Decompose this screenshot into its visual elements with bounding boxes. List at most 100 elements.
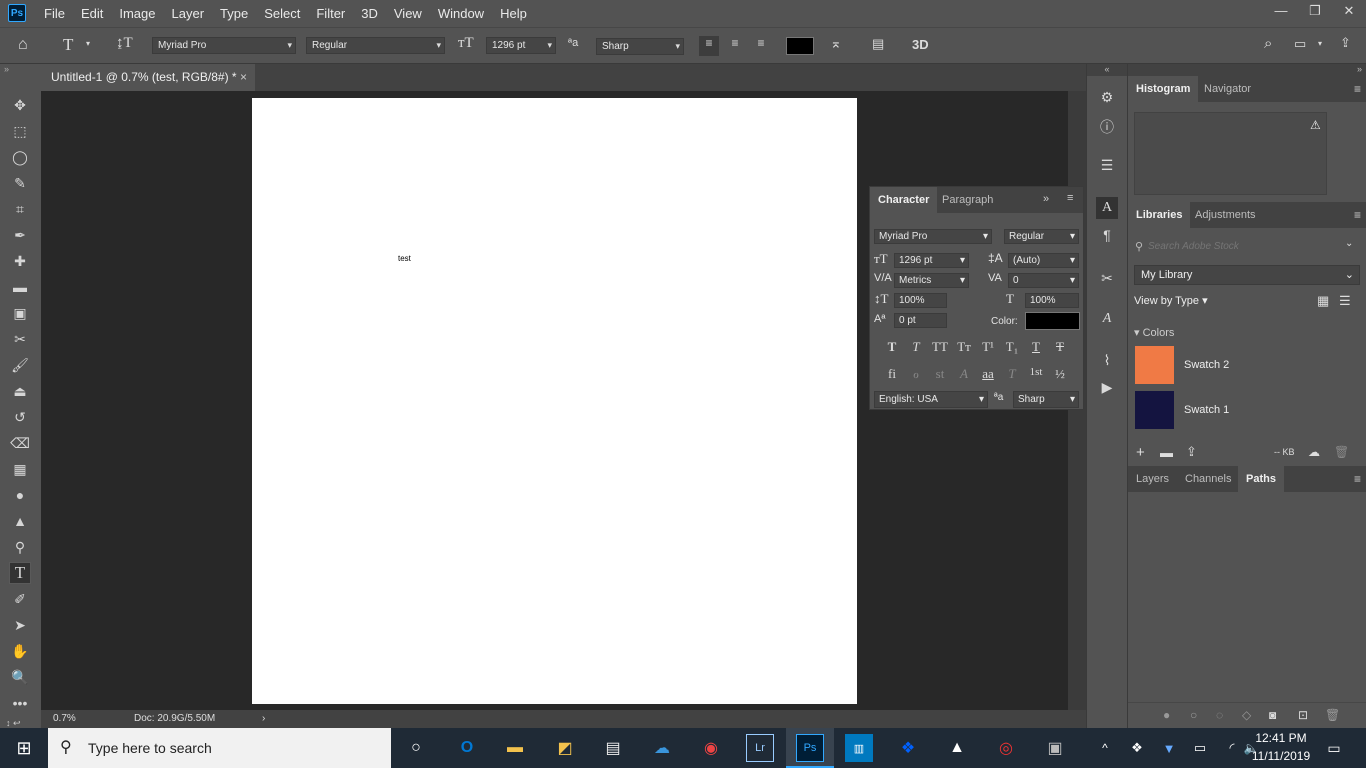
menu-image[interactable]: Image bbox=[111, 6, 163, 21]
character-panel-toggle-icon[interactable]: ▤ bbox=[872, 36, 884, 52]
char-font-style-select[interactable]: Regular ▾ bbox=[1004, 229, 1079, 244]
close-button[interactable]: ✕ bbox=[1332, 0, 1366, 22]
grid-view-icon[interactable]: ▦ bbox=[1317, 293, 1329, 309]
marquee-tool-icon[interactable]: ⬚ bbox=[9, 120, 31, 142]
lightroom-icon[interactable]: Lr bbox=[746, 734, 774, 762]
menu-view[interactable]: View bbox=[386, 6, 430, 21]
collapse-icon[interactable]: » bbox=[4, 64, 9, 74]
close-tab-icon[interactable]: × bbox=[240, 64, 247, 91]
swatch-1-chip[interactable] bbox=[1135, 391, 1174, 429]
faux-italic-button[interactable]: T bbox=[905, 339, 927, 357]
tab-character[interactable]: Character bbox=[870, 187, 938, 213]
menu-file[interactable]: File bbox=[36, 6, 73, 21]
upload-icon[interactable]: ⇪ bbox=[1186, 444, 1197, 460]
frame-tool-icon[interactable]: ▣ bbox=[9, 302, 31, 324]
tab-layers[interactable]: Layers bbox=[1128, 466, 1177, 492]
swatch-2-chip[interactable] bbox=[1135, 346, 1174, 384]
actions-play-icon[interactable]: ▶ bbox=[1096, 376, 1118, 398]
trash-icon[interactable]: 🗑 bbox=[1334, 445, 1349, 459]
warp-text-icon[interactable]: ⌅ bbox=[830, 35, 842, 52]
tracking-select[interactable]: 0 ▾ bbox=[1008, 273, 1079, 288]
stylistic-alternates-button[interactable]: aa bbox=[977, 366, 999, 384]
properties-icon[interactable]: ⚙ bbox=[1096, 86, 1118, 108]
align-center-icon[interactable]: ≡ bbox=[725, 36, 745, 50]
char-color-swatch[interactable] bbox=[1025, 312, 1080, 330]
tool-presets-icon[interactable]: ✂ bbox=[1096, 267, 1118, 289]
list-view-icon[interactable]: ☰ bbox=[1339, 293, 1351, 309]
view-by-select[interactable]: View by Type ▾ bbox=[1134, 294, 1208, 307]
tab-adjustments[interactable]: Adjustments bbox=[1187, 202, 1264, 228]
clock-time[interactable]: 12:41 PM bbox=[1252, 731, 1310, 745]
char-font-size-select[interactable]: 1296 pt ▾ bbox=[894, 253, 969, 268]
toggle-orientation-icon[interactable]: ↨T bbox=[116, 35, 133, 52]
maximize-button[interactable]: ❐ bbox=[1298, 0, 1332, 22]
swatch-1-label[interactable]: Swatch 1 bbox=[1184, 404, 1229, 416]
healing-brush-tool-icon[interactable]: ✚ bbox=[9, 250, 31, 272]
collapse-panel-icon[interactable]: » bbox=[1043, 193, 1049, 205]
collapse-icon[interactable]: » bbox=[1128, 64, 1366, 76]
outlook-icon[interactable]: O bbox=[453, 734, 481, 762]
sticky-notes-icon[interactable]: ◩ bbox=[551, 734, 579, 762]
dodge-tool-icon[interactable]: ⚲ bbox=[9, 536, 31, 558]
make-work-path-icon[interactable]: ◇ bbox=[1242, 708, 1251, 722]
eyedropper-tool-icon[interactable]: ✒ bbox=[9, 224, 31, 246]
eraser-tool-icon[interactable]: ⌫ bbox=[9, 432, 31, 454]
load-selection-icon[interactable]: ◌ bbox=[1216, 708, 1223, 722]
zoom-tool-icon[interactable]: 🔍 bbox=[9, 666, 31, 688]
chevron-down-icon[interactable]: ▾ bbox=[1318, 39, 1322, 48]
font-size-select[interactable]: 1296 pt ▾ bbox=[486, 37, 556, 54]
quick-select-tool-icon[interactable]: ✎ bbox=[9, 172, 31, 194]
chevron-down-icon[interactable]: ▾ bbox=[86, 39, 90, 48]
brush-tool-icon[interactable]: ▬ bbox=[9, 276, 31, 298]
zoom-level[interactable]: 0.7% bbox=[53, 710, 76, 728]
menu-type[interactable]: Type bbox=[212, 6, 256, 21]
folder-icon[interactable]: ▬ bbox=[1160, 445, 1173, 460]
task-view-icon[interactable]: ○ bbox=[402, 734, 430, 762]
discretionary-ligatures-button[interactable]: st bbox=[929, 366, 951, 384]
clock-date[interactable]: 11/11/2019 bbox=[1250, 749, 1312, 763]
dropbox-tray-icon[interactable]: ❖ bbox=[1123, 734, 1151, 762]
windows-start-icon[interactable]: ⊞ bbox=[10, 734, 38, 762]
swash-button[interactable]: A bbox=[953, 366, 975, 384]
blur-tool-icon[interactable]: ● bbox=[9, 484, 31, 506]
tab-histogram[interactable]: Histogram bbox=[1128, 76, 1199, 102]
workspace-icon[interactable]: ▭ bbox=[1294, 36, 1306, 52]
timeline-icon[interactable]: ⌇ bbox=[1096, 349, 1118, 371]
3d-button[interactable]: 3D bbox=[912, 37, 929, 52]
menu-layer[interactable]: Layer bbox=[164, 6, 213, 21]
lasso-tool-icon[interactable]: ◯ bbox=[9, 146, 31, 168]
char-font-family-select[interactable]: Myriad Pro ▾ bbox=[874, 229, 992, 244]
text-color-swatch[interactable] bbox=[786, 37, 814, 55]
old-style-button[interactable]: ℴ bbox=[905, 366, 927, 384]
type-tool-icon[interactable]: T bbox=[9, 562, 31, 584]
font-style-select[interactable]: Regular ▾ bbox=[306, 37, 445, 54]
vertical-scale-field[interactable]: 100% bbox=[894, 293, 947, 308]
tab-navigator[interactable]: Navigator bbox=[1196, 76, 1259, 102]
library-select[interactable]: My Library ⌄ bbox=[1134, 265, 1360, 285]
onedrive-icon[interactable]: ☁ bbox=[648, 734, 676, 762]
more-tools-icon[interactable]: ••• bbox=[9, 692, 31, 714]
trello-icon[interactable]: ▥ bbox=[845, 734, 873, 762]
menu-help[interactable]: Help bbox=[492, 6, 535, 21]
scissors-icon[interactable]: ✂ bbox=[9, 328, 31, 350]
minimize-button[interactable]: — bbox=[1264, 0, 1298, 22]
character-icon[interactable]: A bbox=[1096, 197, 1118, 219]
hand-tool-icon[interactable]: ✋ bbox=[9, 640, 31, 662]
panel-menu-icon[interactable]: ≡ bbox=[1067, 192, 1073, 204]
align-left-icon[interactable]: ≡ bbox=[699, 36, 719, 56]
leading-select[interactable]: (Auto) ▾ bbox=[1008, 253, 1079, 268]
font-family-select[interactable]: Myriad Pro ▾ bbox=[152, 37, 296, 54]
tab-paths[interactable]: Paths bbox=[1238, 466, 1284, 492]
underline-button[interactable]: T bbox=[1025, 339, 1047, 357]
align-right-icon[interactable]: ≡ bbox=[751, 36, 771, 50]
history-brush-tool-icon[interactable]: ↺ bbox=[9, 406, 31, 428]
faux-bold-button[interactable]: T bbox=[881, 339, 903, 357]
add-mask-icon[interactable]: ◙ bbox=[1269, 708, 1276, 722]
superscript-button[interactable]: T¹ bbox=[977, 339, 999, 357]
menu-edit[interactable]: Edit bbox=[73, 6, 111, 21]
panel-menu-icon[interactable]: ≡ bbox=[1354, 466, 1361, 492]
glyphs-icon[interactable]: A bbox=[1096, 308, 1118, 330]
photoshop-taskbar-icon[interactable]: Ps bbox=[796, 734, 824, 762]
fill-path-icon[interactable]: ● bbox=[1163, 708, 1170, 722]
menu-window[interactable]: Window bbox=[430, 6, 492, 21]
